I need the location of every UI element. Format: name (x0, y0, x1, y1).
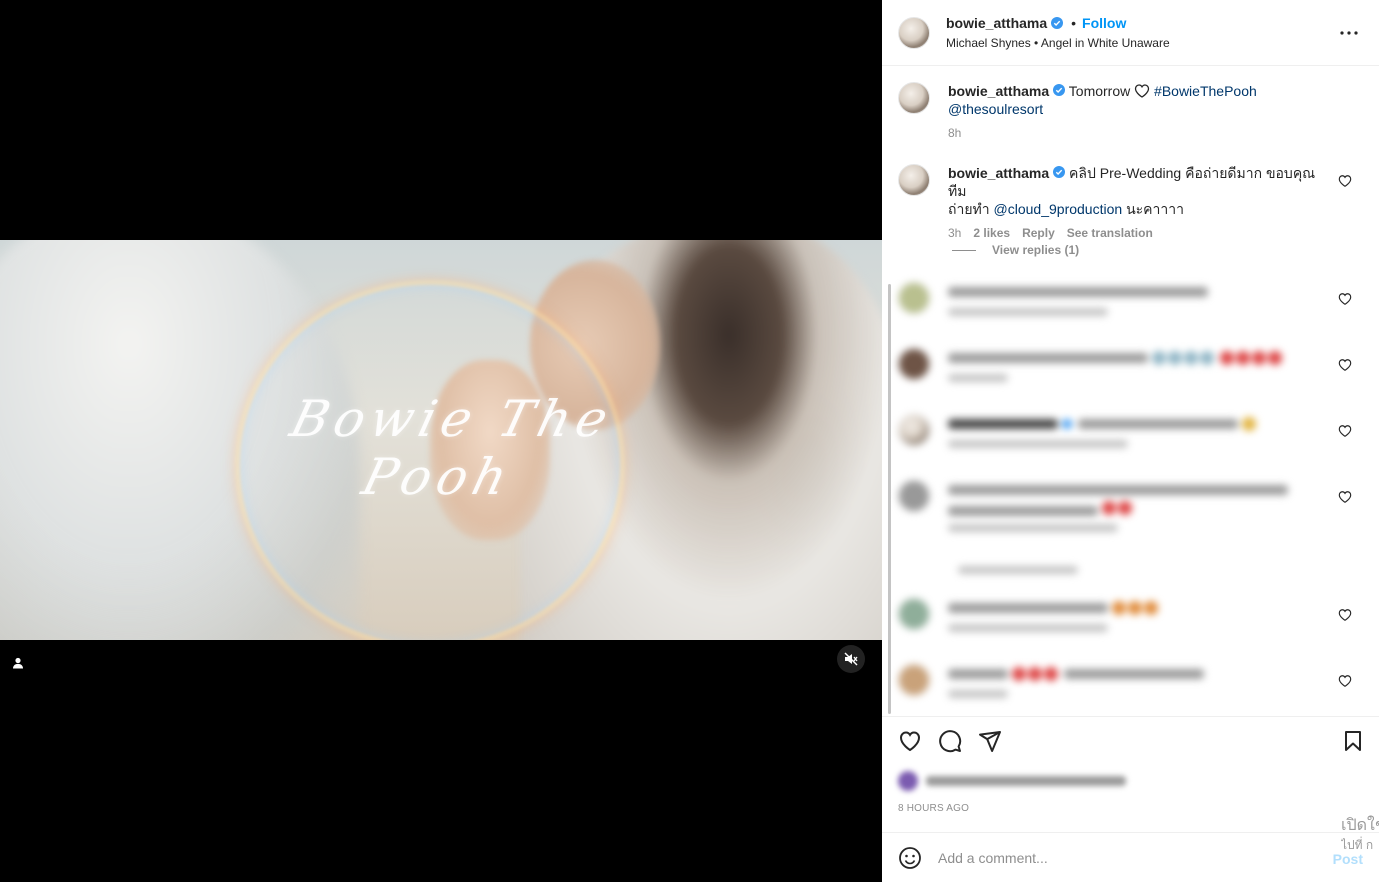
post-side-panel: bowie_atthama • Follow Michael Shynes • … (882, 0, 1379, 882)
avatar[interactable] (898, 771, 918, 791)
comment-text-2: ถ่ายทำ (948, 201, 990, 217)
comment-bubble-icon[interactable] (938, 729, 962, 753)
blurred-comment-meta (948, 374, 1368, 382)
caption-mention[interactable]: @thesoulresort (948, 101, 1043, 117)
see-translation-button[interactable]: See translation (1067, 226, 1153, 240)
view-replies-button[interactable]: View replies (1) (952, 243, 1079, 257)
blurred-view-replies (958, 566, 1368, 574)
like-comment-heart-icon[interactable] (1338, 424, 1352, 438)
save-bookmark-icon[interactable] (1341, 729, 1365, 753)
comment-item (898, 282, 1368, 316)
posted-time[interactable]: 8 hours ago (898, 803, 969, 814)
separator-dot: • (1071, 15, 1077, 31)
comment-item (898, 480, 1368, 533)
caption-text: Tomorrow (1068, 83, 1131, 99)
like-comment-heart-icon[interactable] (1338, 358, 1352, 372)
blurred-comment-text (948, 480, 1368, 517)
like-comment-heart-icon[interactable] (1338, 490, 1352, 504)
header-username[interactable]: bowie_atthama (946, 15, 1047, 31)
avatar[interactable] (898, 282, 930, 314)
blurred-comment-text (948, 414, 1368, 432)
post-button[interactable]: Post (1333, 851, 1363, 867)
post-caption: bowie_atthama Tomorrow #BowieThePooh @th… (898, 82, 1368, 140)
avatar[interactable] (898, 82, 930, 114)
follow-button[interactable]: Follow (1082, 15, 1126, 31)
post-header: bowie_atthama • Follow Michael Shynes • … (882, 0, 1379, 66)
audio-attribution[interactable]: Michael Shynes • Angel in White Unaware (946, 36, 1170, 50)
avatar[interactable] (898, 414, 930, 446)
avatar[interactable] (898, 164, 930, 196)
comment-item (898, 414, 1368, 448)
share-paper-plane-icon[interactable] (978, 729, 1002, 753)
blurred-comment-text (948, 282, 1368, 300)
like-comment-heart-icon[interactable] (1338, 608, 1352, 622)
comment-mention[interactable]: @cloud_9production (994, 201, 1123, 217)
like-heart-icon[interactable] (898, 729, 922, 753)
comment-item (898, 348, 1368, 382)
blurred-comment-meta (948, 440, 1368, 448)
video-player[interactable]: Bowie The Pooh (0, 0, 882, 882)
verified-badge-icon (1053, 84, 1066, 96)
like-comment-heart-icon[interactable] (1338, 674, 1352, 688)
comment-username[interactable]: bowie_atthama (948, 165, 1049, 181)
caption-username[interactable]: bowie_atthama (948, 83, 1049, 99)
tagged-user-icon[interactable] (8, 653, 28, 673)
blurred-comment-meta (948, 308, 1368, 316)
avatar[interactable] (898, 16, 930, 49)
scrollbar[interactable] (888, 284, 891, 714)
verified-badge-icon (1053, 166, 1066, 178)
watermark-line-1: เปิดใช (1341, 817, 1379, 834)
comments-list[interactable]: bowie_atthama Tomorrow #BowieThePooh @th… (882, 66, 1379, 716)
caption-time[interactable]: 8h (948, 126, 961, 140)
view-replies-label: View replies (1) (992, 243, 1080, 257)
avatar[interactable] (898, 598, 930, 630)
comment-item (898, 598, 1368, 632)
comment-input[interactable] (938, 849, 1318, 866)
blurred-comment-meta (948, 524, 1368, 533)
like-comment-heart-icon[interactable] (1338, 292, 1352, 306)
muted-speaker-icon (844, 652, 858, 666)
avatar[interactable] (898, 664, 930, 696)
comment-text-3: นะคาาาา (1126, 201, 1184, 217)
video-overlay-title: Bowie The Pooh (284, 390, 620, 506)
video-frame[interactable]: Bowie The Pooh (0, 240, 882, 640)
blurred-comment-text (948, 664, 1368, 682)
replies-divider-line (952, 249, 976, 251)
verified-badge-icon (1051, 17, 1064, 29)
mute-toggle-button[interactable] (837, 645, 865, 673)
comment-item: bowie_atthama คลิป Pre-Wedding คือถ่ายดี… (898, 164, 1368, 240)
emoji-smiley-icon[interactable] (898, 846, 922, 870)
comment-item (898, 664, 1368, 698)
blurred-comment-meta (948, 690, 1368, 698)
blurred-replies-row[interactable] (898, 558, 1368, 574)
more-options-icon[interactable] (1337, 21, 1361, 45)
reply-button[interactable]: Reply (1022, 226, 1055, 240)
caption-hashtag[interactable]: #BowieThePooh (1154, 83, 1257, 99)
comment-time[interactable]: 3h (948, 226, 961, 240)
heart-emoji-icon (1134, 84, 1150, 98)
watermark-line-2: ไปที่ ก (1341, 838, 1374, 852)
like-comment-heart-icon[interactable] (1338, 174, 1352, 188)
blurred-comment-text (948, 598, 1368, 616)
os-activation-watermark: เปิดใช ไปที่ ก (1341, 814, 1379, 852)
add-comment-bar: Post (882, 832, 1379, 882)
comment-likes[interactable]: 2 likes (973, 226, 1010, 240)
avatar[interactable] (898, 348, 930, 380)
avatar[interactable] (898, 480, 930, 512)
blurred-comment-meta (948, 624, 1368, 632)
blurred-liked-by[interactable] (898, 771, 1126, 791)
blurred-comment-text (948, 348, 1368, 366)
post-actions: 8 hours ago (882, 716, 1379, 832)
